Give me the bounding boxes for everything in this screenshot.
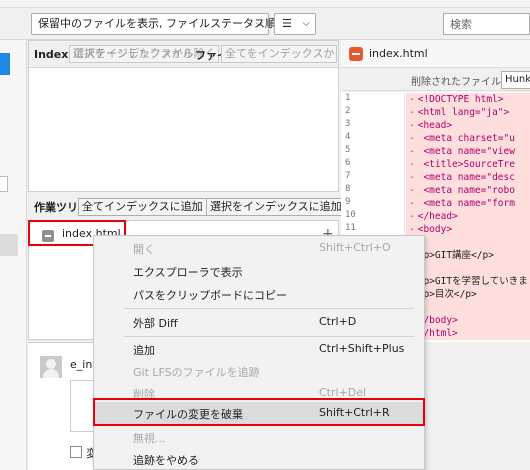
diff-removed-line: - <meta name="view	[406, 145, 530, 158]
diff-line-text: <head>	[417, 120, 453, 131]
context-menu: 開く Shift+Ctrl+O エクスプローラで表示 パスをクリップボードにコピ…	[93, 235, 425, 470]
line-number: 3	[345, 119, 351, 129]
removed-file-label: 削除されたファイル	[411, 77, 501, 88]
line-number: 2	[345, 106, 351, 116]
list-view-dropdown[interactable]: ☰ ⌵	[274, 13, 316, 35]
menu-item-stop-tracking[interactable]: 追跡をやめる	[95, 448, 423, 470]
diff-prefix: -	[409, 94, 415, 105]
file-removed-icon	[42, 230, 54, 242]
commit-option-checkbox[interactable]	[70, 446, 82, 458]
toolbar: 保留中のファイルを表示, ファイルステータス順 ⌵ ☰ ⌵	[0, 9, 530, 40]
view-filter-dropdown[interactable]: 保留中のファイルを表示, ファイルステータス順 ⌵	[31, 13, 276, 35]
line-number: 10	[345, 210, 356, 220]
unstage-all-button[interactable]: 全てをインデックスから除く	[221, 45, 337, 63]
stage-all-button[interactable]: 全てインデックスに追加	[78, 198, 207, 216]
list-icon: ☰	[282, 17, 292, 30]
diff-removed-line: - <meta name="form	[406, 197, 530, 210]
file-removed-icon	[349, 47, 363, 61]
line-number: 4	[345, 132, 351, 142]
diff-prefix: -	[409, 224, 415, 235]
line-number: 1	[345, 93, 351, 103]
menu-item-external-diff[interactable]: 外部 Diff Ctrl+D	[95, 311, 423, 333]
diff-prefix: -	[409, 133, 415, 144]
diff-line-text: <p>GIT講座</p>	[417, 250, 494, 261]
diff-prefix: -	[409, 146, 415, 157]
diff-line-text: <meta name="form	[417, 198, 515, 209]
diff-line-text: <html lang="ja">	[417, 107, 510, 118]
search-input[interactable]	[443, 13, 530, 35]
commit-user-name: e_in	[70, 358, 93, 371]
avatar	[40, 356, 62, 378]
sidebar-item[interactable]	[0, 176, 8, 192]
diff-removed-line: - <meta charset="u	[406, 132, 530, 145]
diff-prefix: -	[409, 107, 415, 118]
menu-item-open[interactable]: 開く Shift+Ctrl+O	[95, 237, 423, 259]
highlight-annotation	[93, 398, 425, 426]
diff-line-text: <p>GITを学習していきま	[417, 276, 528, 287]
diff-removed-line: - <!DOCTYPE html>	[406, 93, 530, 106]
diff-removed-line: - <meta name="robo	[406, 184, 530, 197]
line-number: 11	[345, 223, 356, 233]
diff-removed-line: - <meta name="desc	[406, 171, 530, 184]
chevron-down-icon: ⌵	[255, 18, 263, 29]
diff-header: index.html	[341, 40, 530, 68]
diff-line-text: <meta name="robo	[417, 185, 515, 196]
menu-item-copy-path[interactable]: パスをクリップボードにコピー	[95, 283, 423, 305]
diff-prefix: -	[409, 185, 415, 196]
line-number: 9	[345, 197, 351, 207]
stage-selected-button[interactable]: 選択をインデックスに追加	[206, 198, 346, 216]
sidebar-item-selected[interactable]	[0, 234, 18, 256]
line-number: 8	[345, 184, 351, 194]
diff-line-text: <meta name="desc	[417, 172, 515, 183]
menu-separator	[124, 308, 414, 309]
diff-removed-line: - </head>	[406, 210, 530, 223]
hunk-button[interactable]: Hunk	[501, 71, 530, 89]
diff-line-text: <meta name="view	[417, 146, 515, 157]
diff-removed-line: - <html lang="ja">	[406, 106, 530, 119]
diff-line-text: <meta charset="u	[417, 133, 515, 144]
menu-item-git-lfs-track[interactable]: Git LFSのファイルを追跡	[95, 360, 423, 382]
diff-removed-line: - <title>SourceTre	[406, 158, 530, 171]
line-number: 6	[345, 158, 351, 168]
staged-files-header: Index 選択をインデックスから除く にステージしたファイル ファイル 全てを…	[29, 41, 338, 68]
diff-prefix: -	[409, 172, 415, 183]
diff-line-text: <title>SourceTre	[417, 159, 515, 170]
diff-line-text: <!DOCTYPE html>	[417, 94, 504, 105]
staged-files-panel: Index 選択をインデックスから除く にステージしたファイル ファイル 全てを…	[28, 40, 339, 192]
diff-file-name: index.html	[369, 47, 428, 60]
diff-line-text: <p>目次</p>	[417, 289, 477, 300]
diff-prefix: -	[409, 198, 415, 209]
diff-line-text: </head>	[417, 211, 458, 222]
left-sidebar	[0, 40, 27, 470]
chevron-down-icon: ⌵	[302, 18, 310, 29]
diff-subheader: 削除されたファイル Hunk	[341, 69, 530, 91]
line-number: 5	[345, 145, 351, 155]
diff-removed-line: - <head>	[406, 119, 530, 132]
diff-prefix: -	[409, 211, 415, 222]
staged-files-title: Index	[34, 48, 69, 61]
diff-prefix: -	[409, 120, 415, 131]
diff-prefix: -	[409, 159, 415, 170]
view-filter-label: 保留中のファイルを表示, ファイルステータス順	[38, 17, 276, 30]
sidebar-active-indicator[interactable]	[0, 53, 10, 75]
menu-separator	[124, 336, 414, 337]
menu-item-add[interactable]: 追加 Ctrl+Shift+Plus	[95, 338, 423, 360]
menu-item-show-in-explorer[interactable]: エクスプローラで表示	[95, 260, 423, 282]
diff-line-text: <body>	[417, 224, 453, 235]
line-number: 7	[345, 171, 351, 181]
menubar	[0, 0, 530, 8]
staged-files-overlay-text: にステージしたファイル	[73, 47, 194, 60]
menu-item-ignore[interactable]: 無視...	[95, 426, 423, 448]
